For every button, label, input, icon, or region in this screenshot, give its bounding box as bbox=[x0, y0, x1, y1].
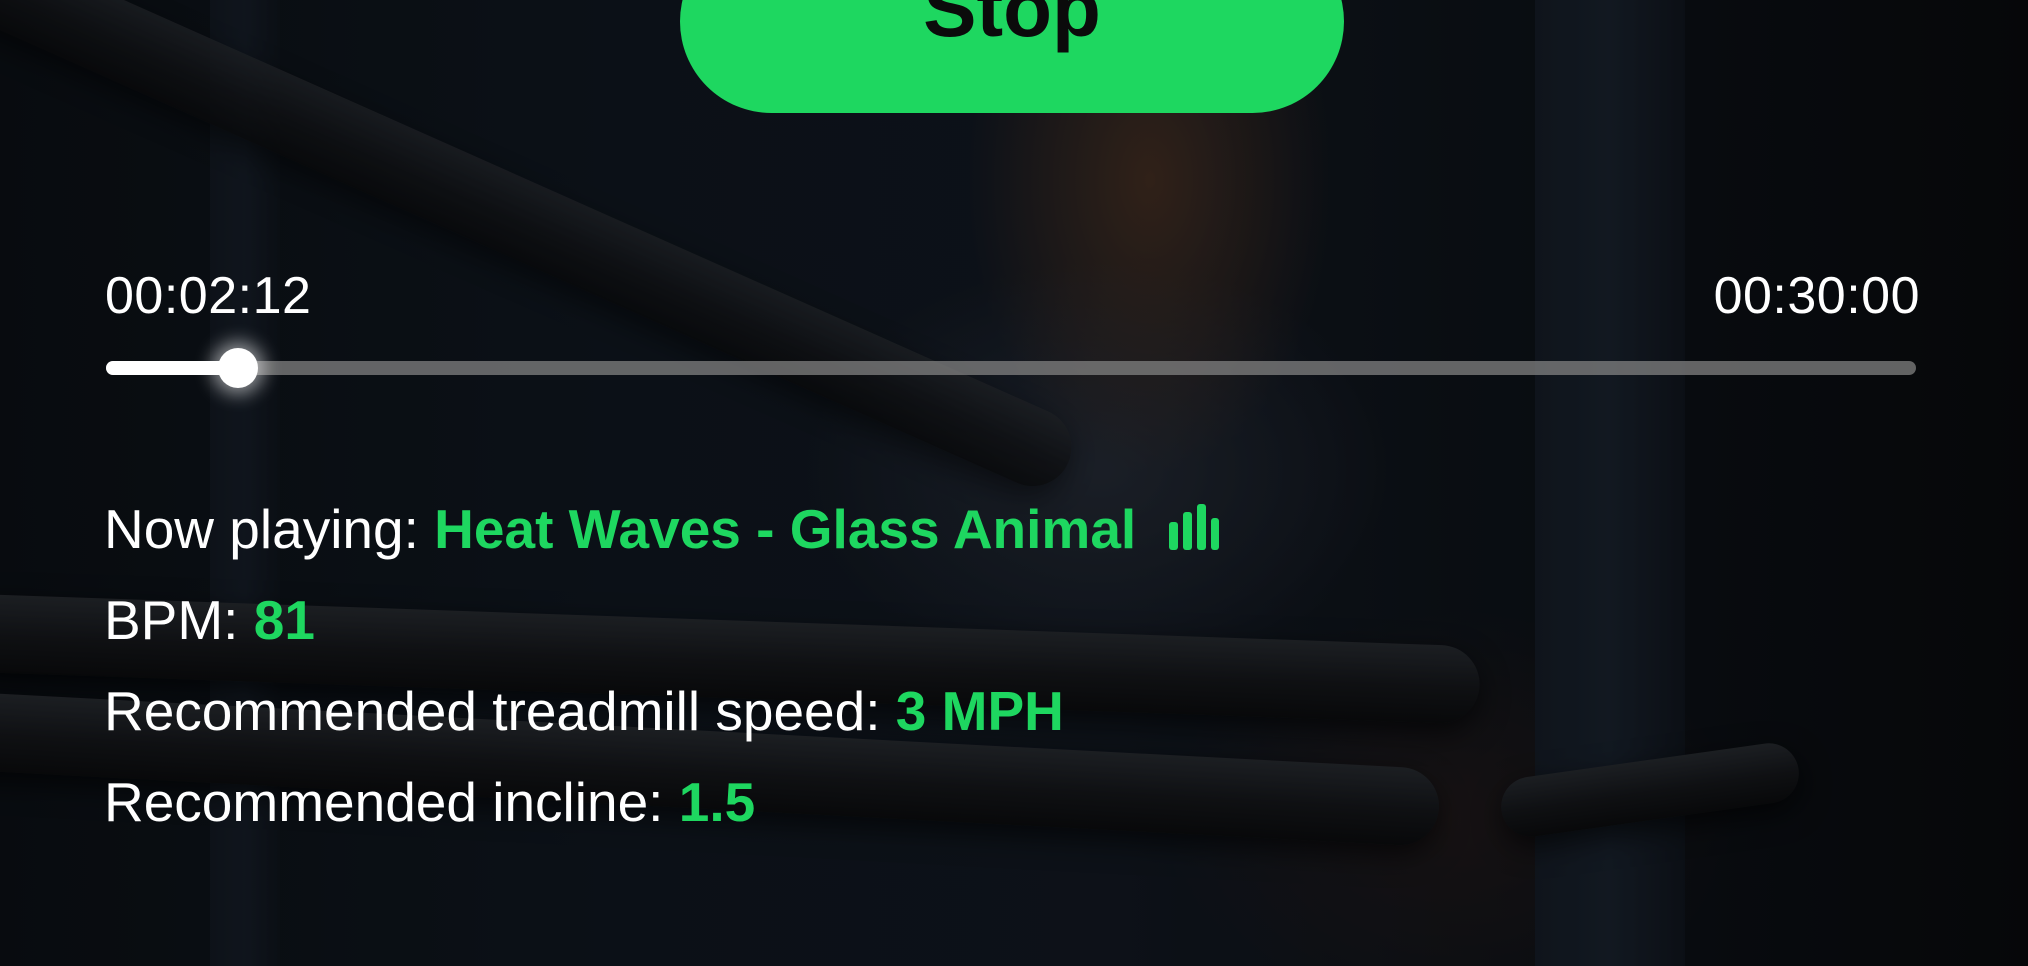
total-time: 00:30:00 bbox=[1713, 267, 1920, 325]
speed-line: Recommended treadmill speed: 3 MPH bbox=[104, 679, 1064, 743]
progress-thumb[interactable] bbox=[218, 348, 259, 388]
progress-bar[interactable] bbox=[106, 348, 1916, 388]
now-playing-label: Now playing: bbox=[104, 498, 419, 560]
equalizer-icon bbox=[1169, 504, 1220, 550]
bpm-label: BPM: bbox=[104, 589, 239, 651]
incline-line: Recommended incline: 1.5 bbox=[104, 770, 755, 834]
stop-button[interactable]: Stop bbox=[680, 0, 1344, 113]
elapsed-time: 00:02:12 bbox=[105, 267, 312, 325]
speed-label: Recommended treadmill speed: bbox=[104, 680, 881, 742]
incline-label: Recommended incline: bbox=[104, 771, 664, 833]
now-playing-line: Now playing: Heat Waves - Glass Animal bbox=[104, 497, 1220, 561]
bpm-value: 81 bbox=[253, 589, 315, 651]
incline-value: 1.5 bbox=[678, 771, 756, 833]
speed-value: 3 MPH bbox=[895, 680, 1064, 742]
now-playing-track[interactable]: Heat Waves - Glass Animal bbox=[434, 498, 1136, 560]
bpm-line: BPM: 81 bbox=[104, 588, 315, 652]
